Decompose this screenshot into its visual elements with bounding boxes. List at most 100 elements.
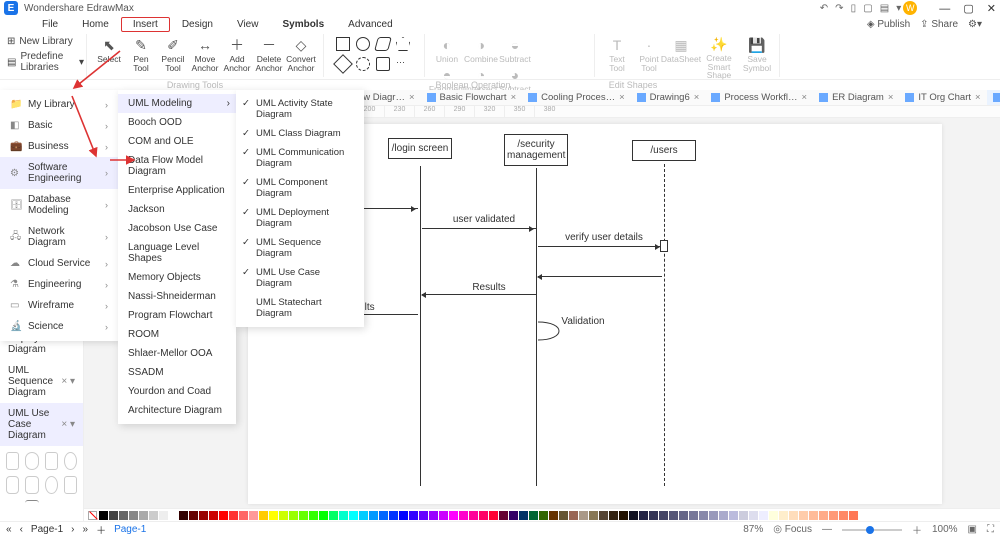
nav-next-icon[interactable]: › (71, 524, 74, 535)
color-swatch[interactable] (669, 511, 678, 520)
submenu1-item-12[interactable]: Shlaer-Mellor OOA (118, 344, 236, 363)
submenu1-item-1[interactable]: Booch OOD (118, 113, 236, 132)
color-swatch[interactable] (619, 511, 628, 520)
color-swatch[interactable] (679, 511, 688, 520)
submenu2-item-3[interactable]: UML Component Diagram (236, 173, 364, 203)
subtract2-button[interactable]: ◕Subtract (499, 64, 531, 94)
lib-category-2[interactable]: 💼Business› (0, 136, 118, 157)
color-swatch[interactable] (109, 511, 118, 520)
open-icon[interactable]: ▢ (863, 3, 872, 14)
color-swatch[interactable] (849, 511, 858, 520)
menu-home[interactable]: Home (70, 17, 121, 32)
predefine-libraries-button[interactable]: ▤ Predefine Libraries▾ (7, 51, 84, 73)
color-swatch[interactable] (209, 511, 218, 520)
color-swatch[interactable] (839, 511, 848, 520)
color-swatch[interactable] (149, 511, 158, 520)
text-tool[interactable]: TText Tool (601, 34, 633, 77)
lib-category-1[interactable]: ◧Basic› (0, 115, 118, 136)
color-swatch[interactable] (409, 511, 418, 520)
submenu2-item-5[interactable]: UML Sequence Diagram (236, 233, 364, 263)
doc-tab-3[interactable]: Basic Flowchart× (421, 90, 523, 105)
shape-grid[interactable]: ⋯ (330, 34, 418, 77)
color-swatch[interactable] (799, 511, 808, 520)
color-swatch[interactable] (219, 511, 228, 520)
color-swatch[interactable] (779, 511, 788, 520)
color-swatch[interactable] (339, 511, 348, 520)
submenu1-item-0[interactable]: UML Modeling› (118, 94, 236, 113)
union-button[interactable]: ◐Union (431, 34, 463, 64)
lifeline-box-users[interactable]: /users (632, 140, 696, 161)
color-swatch[interactable] (249, 511, 258, 520)
color-swatch[interactable] (309, 511, 318, 520)
color-swatch[interactable] (179, 511, 188, 520)
lib-category-0[interactable]: 📁My Library› (0, 94, 118, 115)
submenu1-item-3[interactable]: Data Flow Model Diagram (118, 151, 236, 181)
page-tab[interactable]: Page-1 (114, 524, 146, 535)
color-swatch[interactable] (719, 511, 728, 520)
color-swatch[interactable] (329, 511, 338, 520)
focus-button[interactable]: ◎ Focus (773, 524, 812, 535)
color-swatch[interactable] (399, 511, 408, 520)
lib-category-5[interactable]: 🖧Network Diagram› (0, 221, 118, 253)
color-swatch[interactable] (639, 511, 648, 520)
submenu1-item-2[interactable]: COM and OLE (118, 132, 236, 151)
no-fill-swatch[interactable] (88, 511, 97, 520)
color-swatch[interactable] (479, 511, 488, 520)
color-swatch[interactable] (229, 511, 238, 520)
save-icon[interactable]: ▤ (880, 3, 889, 14)
lifeline-box-security[interactable]: /security management (504, 134, 568, 166)
doc-tab-7[interactable]: ER Diagram× (813, 90, 899, 105)
lib-section-3[interactable]: UML Use Case Diagram× ▾ (0, 403, 83, 446)
submenu2-item-7[interactable]: UML Statechart Diagram (236, 293, 364, 323)
lib-section-2[interactable]: UML Sequence Diagram× ▾ (0, 360, 83, 403)
menu-view[interactable]: View (225, 17, 271, 32)
doc-tab-9[interactable]: Sequence UM…× (987, 90, 1000, 105)
color-swatch[interactable] (289, 511, 298, 520)
color-swatch[interactable] (559, 511, 568, 520)
color-swatch[interactable] (439, 511, 448, 520)
color-swatch[interactable] (739, 511, 748, 520)
smart-shape-button[interactable]: ✨Create Smart Shape (697, 34, 741, 77)
combine-button[interactable]: ◑Combine (465, 34, 497, 64)
color-swatch[interactable] (689, 511, 698, 520)
color-swatch[interactable] (169, 511, 178, 520)
lib-category-3[interactable]: ⚙Software Engineering› (0, 157, 118, 189)
color-swatch[interactable] (359, 511, 368, 520)
close-icon[interactable]: ✕ (987, 3, 996, 15)
color-swatch[interactable] (369, 511, 378, 520)
nav-prev-icon[interactable]: ‹ (20, 524, 23, 535)
doc-tab-6[interactable]: Process Workfl…× (705, 90, 813, 105)
color-swatch[interactable] (199, 511, 208, 520)
color-swatch[interactable] (119, 511, 128, 520)
color-swatch[interactable] (389, 511, 398, 520)
color-swatch[interactable] (449, 511, 458, 520)
color-swatch[interactable] (659, 511, 668, 520)
doc-tab-8[interactable]: IT Org Chart× (899, 90, 986, 105)
intersect-button[interactable]: ◔Intersect (465, 64, 497, 94)
submenu1-item-15[interactable]: Architecture Diagram (118, 401, 236, 420)
color-swatch[interactable] (569, 511, 578, 520)
publish-button[interactable]: ◈ Publish (867, 19, 910, 30)
undo-icon[interactable]: ↶ (820, 3, 828, 14)
share-button[interactable]: ⇪ Share (920, 19, 958, 30)
color-swatch[interactable] (509, 511, 518, 520)
color-swatch[interactable] (769, 511, 778, 520)
lib-category-4[interactable]: 🗄Database Modeling› (0, 189, 118, 221)
doc-icon[interactable]: ▯ (851, 3, 857, 14)
color-swatch[interactable] (499, 511, 508, 520)
submenu1-item-6[interactable]: Jacobson Use Case (118, 219, 236, 238)
color-swatch[interactable] (349, 511, 358, 520)
submenu1-item-9[interactable]: Nassi-Shneiderman (118, 287, 236, 306)
color-swatch[interactable] (709, 511, 718, 520)
more-icon[interactable]: ▾ (896, 3, 901, 14)
submenu1-item-11[interactable]: ROOM (118, 325, 236, 344)
datasheet-button[interactable]: ▦DataSheet (665, 34, 697, 77)
submenu2-item-0[interactable]: UML Activity State Diagram (236, 94, 364, 124)
delete-anchor-tool[interactable]: －Delete Anchor (253, 34, 285, 77)
lib-category-8[interactable]: ▭Wireframe› (0, 295, 118, 316)
color-swatch[interactable] (139, 511, 148, 520)
color-swatch[interactable] (379, 511, 388, 520)
submenu2-item-2[interactable]: UML Communication Diagram (236, 143, 364, 173)
redo-icon[interactable]: ↷ (835, 3, 843, 14)
move-anchor-tool[interactable]: ↔Move Anchor (189, 34, 221, 77)
